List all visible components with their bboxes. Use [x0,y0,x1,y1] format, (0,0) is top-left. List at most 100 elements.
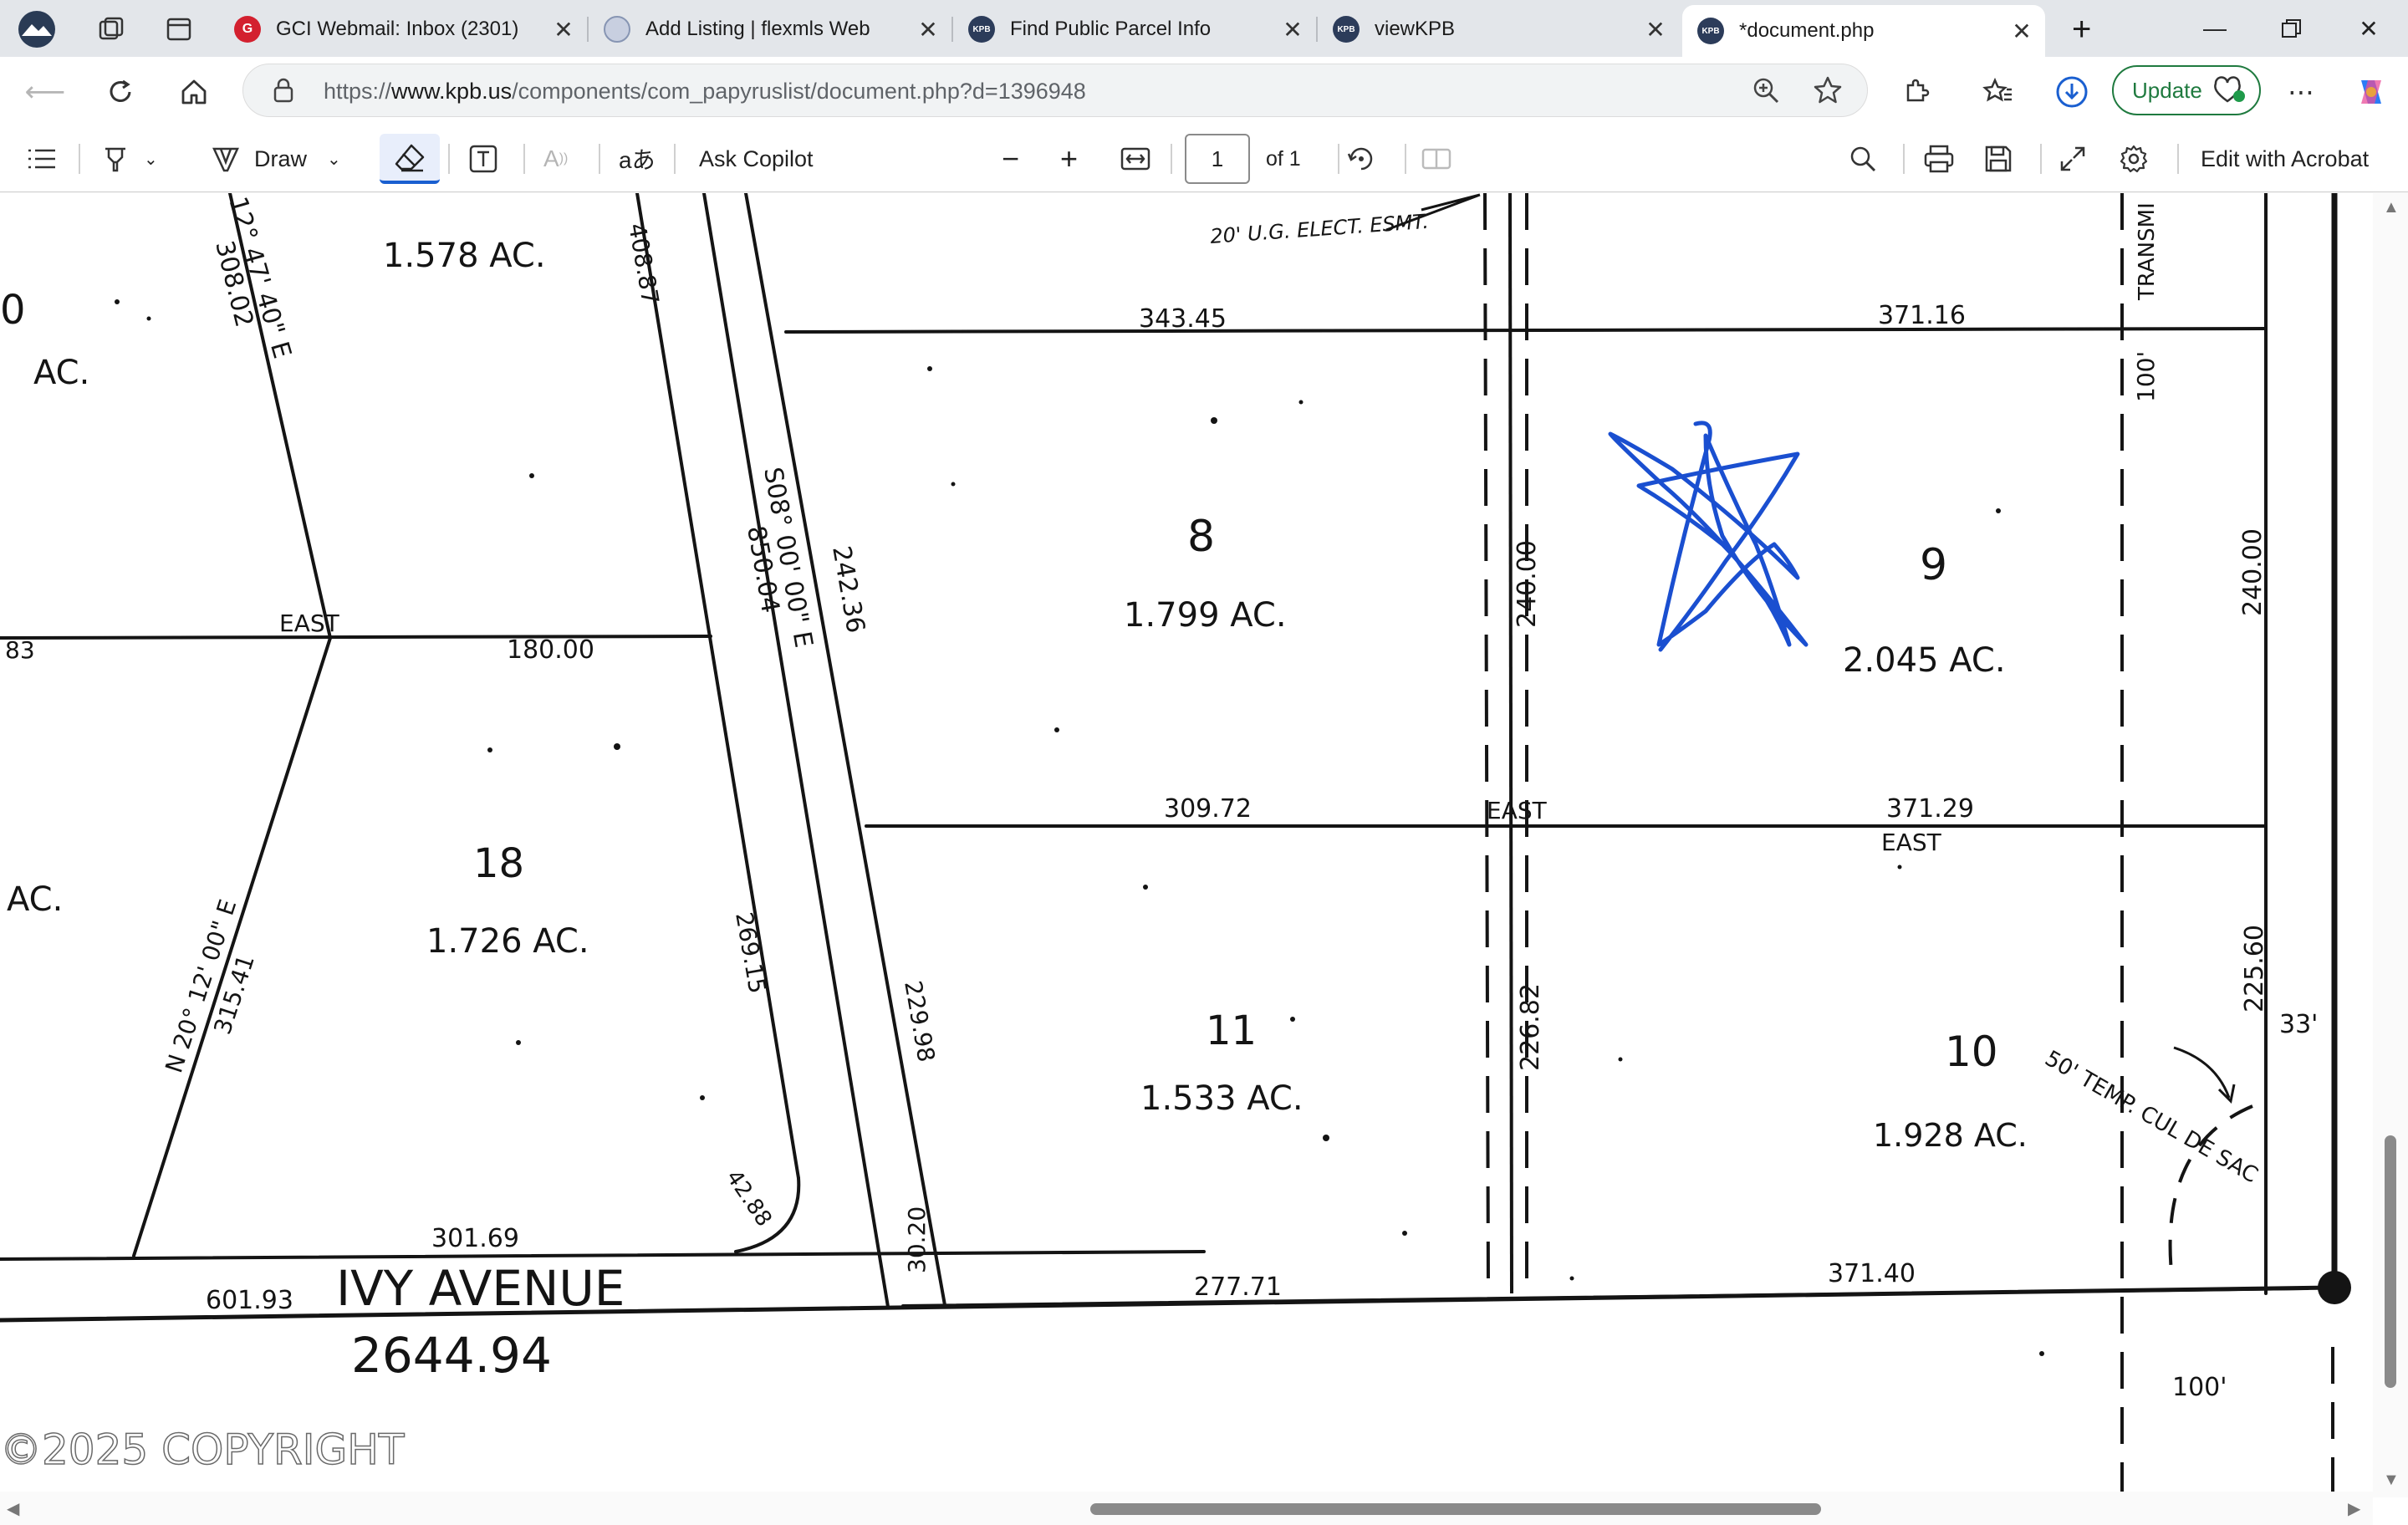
street-frontage: 601.93 [206,1286,293,1315]
back-button[interactable]: ⟵ [22,69,69,115]
more-menu-icon[interactable]: ⋯ [2278,69,2324,115]
close-icon[interactable]: ✕ [911,16,945,43]
toolbar-divider [2040,144,2042,174]
favorites-icon[interactable] [1975,69,2022,115]
profile-avatar[interactable] [8,7,67,52]
highlight-button[interactable]: ⌄ [100,140,158,177]
translate-icon[interactable]: aあ [619,140,656,177]
tab-actions-icon[interactable] [150,7,201,52]
restore-button[interactable] [2254,0,2329,57]
scroll-right-arrow-icon[interactable]: ▶ [2348,1498,2360,1519]
tab-title: *document.php [1739,19,1875,42]
chevron-down-icon[interactable]: ⌄ [144,149,158,170]
close-icon[interactable]: ✕ [1276,16,1309,43]
cul-de-sac-label: 50' TEMP. CUL DE SAC [2041,1046,2263,1188]
ask-copilot-button[interactable]: Ask Copilot [699,140,814,177]
star-annotation [1608,421,1809,652]
copyright-watermark: ©2025 COPYRIGHT [0,1426,405,1474]
close-icon[interactable]: ✕ [2005,18,2038,45]
page-number-input[interactable]: 1 [1185,134,1250,184]
print-icon[interactable] [1923,140,1955,177]
easement-label: 20' U.G. ELECT. ESMT. [1209,210,1429,248]
close-icon[interactable]: ✕ [547,16,580,43]
tab-find-parcel[interactable]: KPB Find Public Parcel Info ✕ [953,7,1316,52]
easement-line [1508,193,1513,1294]
search-icon[interactable] [1848,140,1878,177]
page-view-icon[interactable] [1421,140,1451,177]
scroll-up-arrow-icon[interactable]: ▲ [2383,198,2400,217]
horizontal-scrollbar[interactable]: ◀ ▶ [0,1492,2373,1525]
close-window-button[interactable]: ✕ [2331,0,2406,57]
dimension: 242.36 [826,543,870,635]
chevron-down-icon[interactable]: ⌄ [327,149,341,170]
new-tab-button[interactable]: + [2060,7,2114,52]
road-line [702,193,890,1308]
toolbar-divider [1405,144,1406,174]
vertical-scrollbar[interactable]: ▲ ▼ [2373,193,2408,1497]
update-button[interactable]: Update [2112,65,2261,115]
edit-with-acrobat-label: Edit with Acrobat [2201,145,2370,171]
lot-acres: 1.533 AC. [1140,1079,1303,1118]
refresh-button[interactable] [97,69,144,115]
tab-gci-webmail[interactable]: G GCI Webmail: Inbox (2301) ✕ [219,7,587,52]
home-button[interactable] [171,69,217,115]
dimension: 408.87 [623,221,665,306]
lot-number: 18 [473,840,524,887]
edit-with-acrobat-button[interactable]: Edit with Acrobat [2201,140,2369,177]
draw-button[interactable]: Draw ⌄ [211,140,341,177]
downloads-icon[interactable] [2048,69,2095,115]
scroll-down-arrow-icon[interactable]: ▼ [2383,1471,2400,1490]
heart-icon [2213,76,2245,103]
tab-viewkpb[interactable]: KPB viewKPB ✕ [1318,7,1679,52]
url-field[interactable]: https://www.kpb.us/components/com_papyru… [242,64,1868,117]
favorite-star-icon[interactable] [1812,74,1844,110]
toolbar-divider [523,144,525,174]
zoom-in-button[interactable]: + [1060,140,1078,177]
workspaces-icon[interactable] [82,7,132,52]
rotate-icon[interactable] [1346,140,1376,177]
ask-copilot-label: Ask Copilot [699,145,814,171]
bearing-label: EAST [1487,797,1548,824]
fit-width-icon[interactable] [1120,140,1150,177]
toolbar-divider [79,144,80,174]
corner-monument [2318,1271,2351,1304]
tab-document-active[interactable]: KPB *document.php ✕ [1682,5,2045,57]
vertical-scroll-thumb[interactable] [2385,1135,2396,1388]
fullscreen-icon[interactable] [2059,140,2087,177]
zoom-out-button[interactable]: − [1002,140,1019,177]
tab-title: GCI Webmail: Inbox (2301) [276,18,519,40]
settings-gear-icon[interactable] [2119,140,2149,177]
eraser-button[interactable] [380,134,440,184]
close-icon[interactable]: ✕ [1639,16,1672,43]
contents-list-icon[interactable] [27,140,57,177]
horizontal-scroll-thumb[interactable] [1090,1503,1821,1515]
lock-icon[interactable] [272,78,295,103]
toolbar-divider [448,144,450,174]
save-icon[interactable] [1983,140,2013,177]
tab-add-listing[interactable]: Add Listing | flexmls Web ✕ [589,7,951,52]
toolbar-divider [1171,144,1172,174]
toolbar-divider [674,144,676,174]
lot-acres: 1.578 AC. [383,237,546,275]
url-text[interactable]: https://www.kpb.us/components/com_papyru… [324,79,1086,105]
partial-lot-acres: AC. [33,354,89,392]
profile-icon [18,11,55,48]
copilot-icon[interactable] [2348,69,2395,115]
pdf-document-view[interactable]: 1.578 AC. 8 1.799 AC. 9 2.045 AC. 18 1.7… [0,193,2408,1525]
eraser-icon [395,144,425,172]
lot-acres: 1.799 AC. [1124,596,1287,635]
tab-title: Find Public Parcel Info [1010,18,1212,40]
add-text-button[interactable] [468,140,498,177]
tab-title: Add Listing | flexmls Web [645,18,870,40]
minimize-button[interactable]: — [2177,0,2252,57]
partial-lot-acres: AC. [7,880,63,919]
scroll-left-arrow-icon[interactable]: ◀ [7,1498,19,1519]
zoom-icon[interactable] [1750,74,1782,110]
total-length: 2644.94 [351,1327,552,1384]
pdf-toolbar: ⌄ Draw ⌄ A)) aあ Ask Copilot − + 1 of 1 E… [0,125,2408,192]
dimension: 301.69 [431,1224,519,1253]
extensions-icon[interactable] [1893,69,1940,115]
read-aloud-icon[interactable]: A)) [543,140,568,177]
partial-lot-number: 0 [0,287,26,334]
road-line [635,193,800,1180]
